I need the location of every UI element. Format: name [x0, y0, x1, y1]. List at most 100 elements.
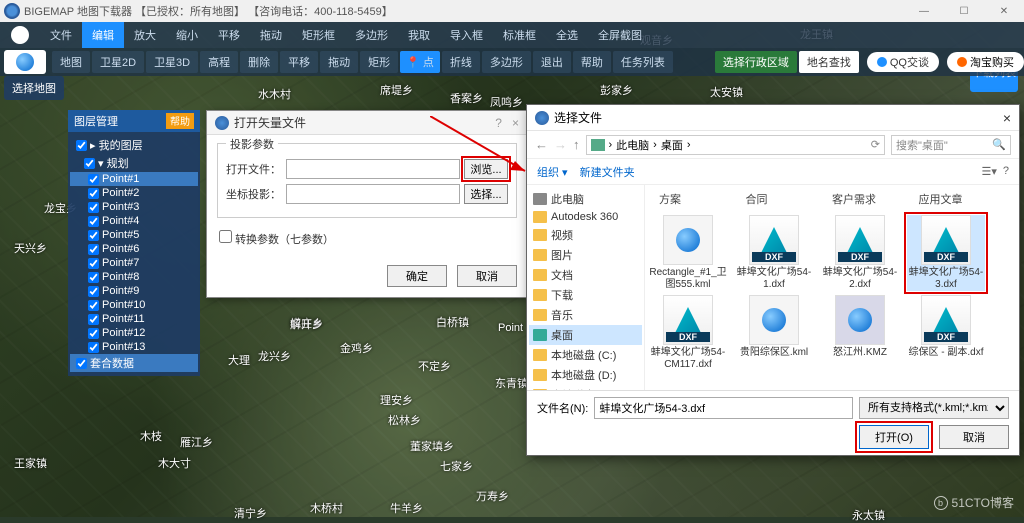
- earth-icon[interactable]: [4, 50, 46, 74]
- close-icon[interactable]: ×: [1003, 110, 1011, 126]
- tree-item[interactable]: 本地磁盘 (D:): [529, 365, 642, 385]
- file-item[interactable]: 蚌埠文化广场54-3.dxf: [907, 215, 985, 291]
- toolbar-button[interactable]: 退出: [533, 51, 571, 73]
- layer-item[interactable]: Point#12: [70, 326, 198, 340]
- ribbon-tab[interactable]: 拖动: [250, 22, 292, 48]
- ribbon-tab[interactable]: 标准框: [493, 22, 546, 48]
- layer-item[interactable]: 套合数据: [70, 354, 198, 372]
- close-icon[interactable]: ×: [512, 116, 519, 130]
- toolbar-button[interactable]: 地图: [52, 51, 90, 73]
- file-tree[interactable]: 此电脑Autodesk 360视频图片文档下载音乐桌面本地磁盘 (C:)本地磁盘…: [527, 185, 645, 390]
- tree-item[interactable]: 下载: [529, 285, 642, 305]
- taobao-button[interactable]: 淘宝购买: [947, 52, 1024, 72]
- ribbon-tab[interactable]: 放大: [124, 22, 166, 48]
- qq-button[interactable]: QQ交谈: [867, 52, 939, 72]
- layer-item[interactable]: Point#6: [70, 242, 198, 256]
- toolbar-button[interactable]: 折线: [442, 51, 480, 73]
- layer-item[interactable]: Point#7: [70, 256, 198, 270]
- file-item[interactable]: 综保区 - 副本.dxf: [907, 295, 985, 371]
- organize-button[interactable]: 组织 ▾: [537, 164, 568, 180]
- tree-item[interactable]: Autodesk 360: [529, 209, 642, 225]
- toolbar-button[interactable]: 高程: [200, 51, 238, 73]
- dialog-icon: [535, 111, 549, 125]
- forward-button[interactable]: →: [554, 137, 567, 152]
- ribbon-tab[interactable]: 文件: [40, 22, 82, 48]
- layer-item[interactable]: Point#9: [70, 284, 198, 298]
- layer-item[interactable]: ▾ 规划: [70, 154, 198, 172]
- new-folder-button[interactable]: 新建文件夹: [580, 164, 635, 180]
- file-item[interactable]: 贵阳综保区.kml: [735, 295, 813, 371]
- view-icon[interactable]: ☰▾: [981, 165, 996, 178]
- ribbon-tab[interactable]: 矩形框: [292, 22, 345, 48]
- layer-help-button[interactable]: 帮助: [166, 113, 194, 129]
- ribbon-tab[interactable]: 全选: [546, 22, 588, 48]
- layer-item[interactable]: Point#13: [70, 340, 198, 354]
- back-button[interactable]: ←: [535, 137, 548, 152]
- tree-item[interactable]: 图片: [529, 245, 642, 265]
- tree-item[interactable]: 此电脑: [529, 189, 642, 209]
- select-map-button[interactable]: 选择地图: [4, 76, 64, 100]
- tree-item[interactable]: 本地磁盘 (C:): [529, 345, 642, 365]
- layer-item[interactable]: Point#4: [70, 214, 198, 228]
- toolbar-button[interactable]: 矩形: [360, 51, 398, 73]
- tree-item[interactable]: 音乐: [529, 305, 642, 325]
- file-item[interactable]: 蚌埠文化广场54-2.dxf: [821, 215, 899, 291]
- folder-icon: [533, 193, 547, 205]
- toolbar-button[interactable]: 卫星2D: [92, 51, 144, 73]
- toolbar-button[interactable]: 📍 点: [400, 51, 440, 73]
- cancel-button[interactable]: 取消: [457, 265, 517, 287]
- up-button[interactable]: ↑: [573, 137, 580, 152]
- layer-item[interactable]: Point#5: [70, 228, 198, 242]
- projection-input[interactable]: [286, 184, 460, 204]
- toolbar-button[interactable]: 拖动: [320, 51, 358, 73]
- convert-checkbox[interactable]: [219, 230, 232, 243]
- open-file-input[interactable]: [286, 159, 460, 179]
- ribbon-tab[interactable]: 我取: [398, 22, 440, 48]
- place-search-button[interactable]: 地名查找: [799, 51, 859, 73]
- breadcrumb[interactable]: ›此电脑›桌面› ⟳: [586, 135, 886, 155]
- layer-item[interactable]: Point#10: [70, 298, 198, 312]
- dialog-title: 打开矢量文件: [234, 114, 306, 131]
- ribbon-tab[interactable]: 缩小: [166, 22, 208, 48]
- toolbar-button[interactable]: 帮助: [573, 51, 611, 73]
- ribbon-tab[interactable]: 全屏截图: [588, 22, 652, 48]
- close-button[interactable]: ✕: [984, 0, 1024, 22]
- ribbon-tab[interactable]: 平移: [208, 22, 250, 48]
- filetype-select[interactable]: 所有支持格式(*.kml;*.kmz;*.sh: [859, 397, 1009, 419]
- toolbar-button[interactable]: 任务列表: [613, 51, 673, 73]
- ribbon-tab[interactable]: 编辑: [82, 22, 124, 48]
- file-list[interactable]: 方案合同客户需求应用文章 Rectangle_#1_卫图555.kml蚌埠文化广…: [645, 185, 1019, 390]
- file-item[interactable]: Rectangle_#1_卫图555.kml: [649, 215, 727, 291]
- filename-input[interactable]: [594, 397, 853, 419]
- cancel-button[interactable]: 取消: [939, 425, 1009, 449]
- ok-button[interactable]: 确定: [387, 265, 447, 287]
- app-icon: [4, 3, 20, 19]
- tree-item[interactable]: 视频: [529, 225, 642, 245]
- layer-item[interactable]: ▸ 我的图层: [70, 136, 198, 154]
- ribbon-tab[interactable]: 多边形: [345, 22, 398, 48]
- area-select-button[interactable]: 选择行政区域: [715, 51, 797, 73]
- open-button[interactable]: 打开(O): [859, 425, 929, 449]
- file-item[interactable]: 蚌埠文化广场54-1.dxf: [735, 215, 813, 291]
- toolbar-button[interactable]: 卫星3D: [146, 51, 198, 73]
- layer-item[interactable]: Point#8: [70, 270, 198, 284]
- layer-item[interactable]: Point#2: [70, 186, 198, 200]
- maximize-button[interactable]: ☐: [944, 0, 984, 22]
- file-item[interactable]: 蚌埠文化广场54-CM117.dxf: [649, 295, 727, 371]
- browse-button[interactable]: 浏览...: [464, 159, 508, 179]
- toolbar-button[interactable]: 平移: [280, 51, 318, 73]
- select-proj-button[interactable]: 选择...: [464, 184, 508, 204]
- help-icon[interactable]: ?: [495, 116, 502, 130]
- layer-item[interactable]: Point#1: [70, 172, 198, 186]
- toolbar-button[interactable]: 删除: [240, 51, 278, 73]
- help-icon[interactable]: ?: [1003, 165, 1009, 178]
- minimize-button[interactable]: —: [904, 0, 944, 22]
- layer-item[interactable]: Point#3: [70, 200, 198, 214]
- file-item[interactable]: 怒江州.KMZ: [821, 295, 899, 371]
- layer-item[interactable]: Point#11: [70, 312, 198, 326]
- toolbar-button[interactable]: 多边形: [482, 51, 531, 73]
- ribbon-tab[interactable]: 导入框: [440, 22, 493, 48]
- tree-item[interactable]: 桌面: [529, 325, 642, 345]
- tree-item[interactable]: 文档: [529, 265, 642, 285]
- search-input[interactable]: 搜索"桌面"🔍: [891, 135, 1011, 155]
